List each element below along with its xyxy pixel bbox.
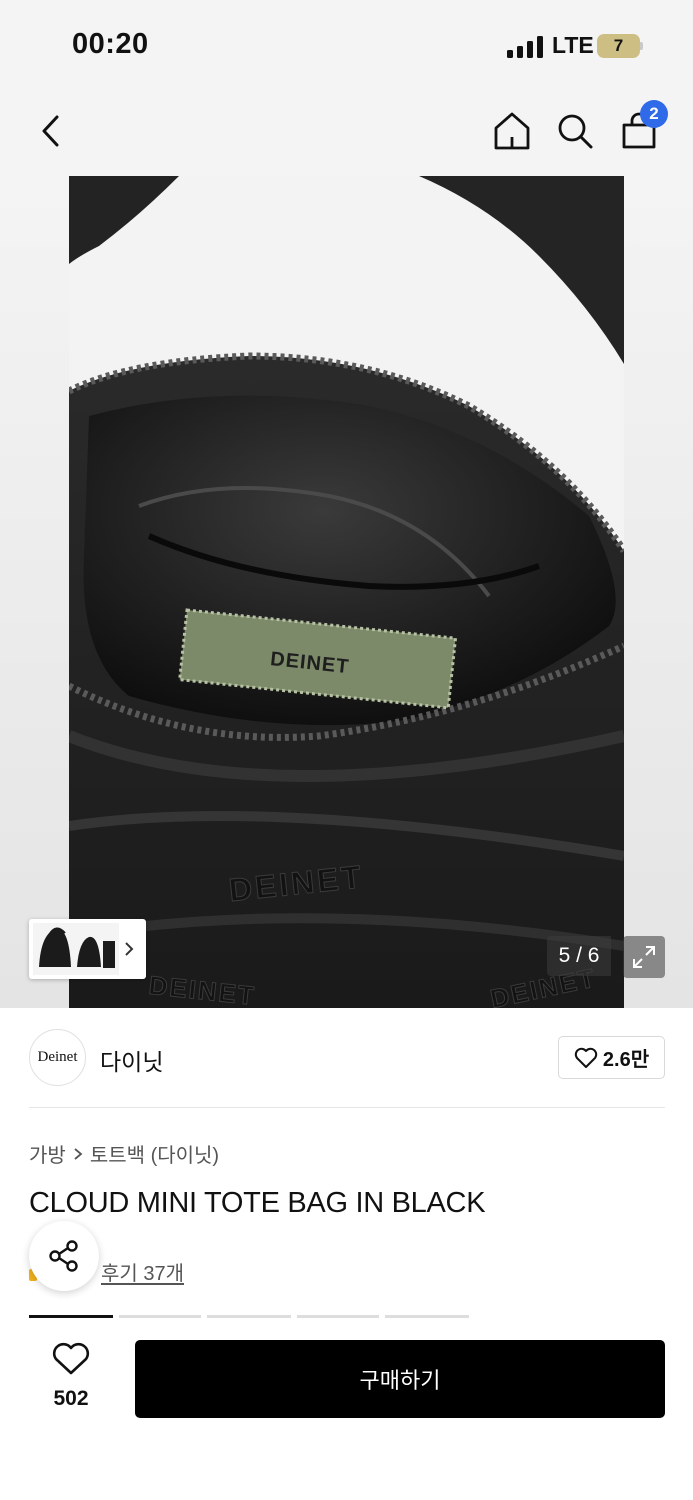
heart-icon — [574, 1047, 598, 1068]
nav-bar: 2 — [0, 92, 693, 176]
share-icon — [49, 1240, 78, 1272]
expand-icon — [633, 946, 655, 968]
chevron-right-icon — [74, 1147, 83, 1160]
brand-name[interactable]: 다이닛 — [100, 1043, 163, 1077]
brand-logo[interactable]: Deinet — [29, 1029, 86, 1086]
brand-row[interactable]: Deinet 다이닛 2.6만 — [29, 1029, 665, 1087]
back-button[interactable] — [26, 106, 76, 156]
brand-like-count: 2.6만 — [602, 1049, 650, 1071]
wishlist-button[interactable]: 502 — [31, 1342, 111, 1411]
brand-like-button[interactable]: 2.6만 — [558, 1036, 665, 1079]
bottom-action-bar: 502 구매하기 — [0, 1318, 693, 1500]
chevron-left-icon — [42, 115, 59, 147]
status-time: 00:20 — [72, 28, 149, 60]
network-type: LTE — [552, 32, 594, 58]
share-button[interactable] — [29, 1221, 99, 1291]
cart-count-badge: 2 — [640, 100, 668, 128]
product-gallery[interactable]: DEINET DEINET DEINET DEINET 5 / 6 — [0, 176, 693, 1008]
battery-level: 7 — [597, 34, 640, 58]
home-button[interactable] — [487, 106, 537, 156]
breadcrumb: 가방 토트백 (다이닛) — [29, 1139, 219, 1168]
expand-image-button[interactable] — [623, 936, 665, 978]
search-button[interactable] — [550, 106, 600, 156]
color-option-thumbnail[interactable] — [29, 919, 146, 979]
battery-icon: 7 — [597, 34, 643, 58]
breadcrumb-category[interactable]: 가방 — [29, 1139, 66, 1168]
product-photo: DEINET DEINET DEINET DEINET — [69, 176, 624, 1008]
heart-icon — [52, 1342, 90, 1375]
image-counter: 5 / 6 — [547, 936, 611, 976]
divider — [29, 1107, 665, 1108]
status-bar: 00:20 LTE 7 — [0, 0, 693, 92]
home-icon — [494, 112, 530, 150]
wishlist-count: 502 — [53, 1387, 89, 1410]
review-link[interactable]: 후기 37개 — [101, 1257, 184, 1286]
cart-button[interactable]: 2 — [614, 100, 668, 156]
product-title: CLOUD MINI TOTE BAG IN BLACK — [29, 1187, 486, 1219]
buy-button[interactable]: 구매하기 — [135, 1340, 665, 1418]
bag-thumbnail-icon — [33, 923, 134, 975]
signal-icon — [507, 36, 543, 58]
breadcrumb-subcategory[interactable]: 토트백 (다이닛) — [90, 1139, 219, 1168]
search-icon — [558, 114, 593, 149]
